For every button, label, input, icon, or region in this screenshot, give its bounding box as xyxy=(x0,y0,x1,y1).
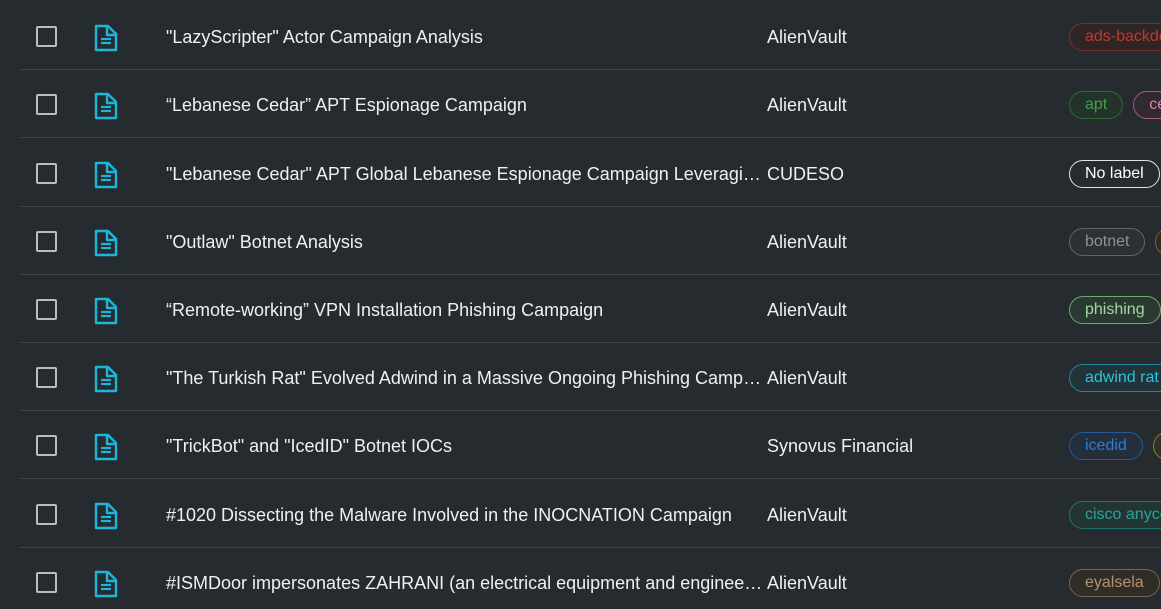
row-checkbox[interactable] xyxy=(36,504,57,525)
label-list: No label xyxy=(1069,160,1160,188)
label-chip[interactable]: phishing xyxy=(1069,296,1161,324)
row-checkbox[interactable] xyxy=(36,299,57,320)
document-icon xyxy=(94,229,118,257)
label-chip[interactable]: icedid xyxy=(1069,432,1143,460)
report-author: AlienVault xyxy=(767,95,847,115)
row-checkbox[interactable] xyxy=(36,435,57,456)
report-author: CUDESO xyxy=(767,164,845,184)
table-row[interactable]: "TrickBot" and "IcedID" Botnet IOCs Synov… xyxy=(20,411,1161,479)
table-row[interactable]: “Lebanese Cedar” APT Espionage Campaign A… xyxy=(20,70,1161,138)
row-checkbox[interactable] xyxy=(36,94,57,115)
table-row[interactable]: "Outlaw" Botnet Analysis AlienVault botnet… xyxy=(20,207,1161,275)
document-icon xyxy=(94,161,118,189)
row-checkbox[interactable] xyxy=(36,163,57,184)
reports-table: "LazyScripter" Actor Campaign Analysis Al… xyxy=(0,0,1161,609)
table-row[interactable]: #1020 Dissecting the Malware Involved in… xyxy=(20,480,1161,548)
report-title[interactable]: "LazyScripter" Actor Campaign Analysis xyxy=(166,25,766,49)
label-list: adwind rat xyxy=(1069,364,1161,392)
label-chip[interactable]: cisco anyconnect xyxy=(1069,501,1161,529)
report-title[interactable]: "Outlaw" Botnet Analysis xyxy=(166,230,766,254)
label-chip[interactable]: trickbot xyxy=(1152,432,1161,460)
row-checkbox[interactable] xyxy=(36,231,57,252)
document-icon xyxy=(94,297,118,325)
label-list: ads-backdoor xyxy=(1069,23,1161,51)
report-title[interactable]: "The Turkish Rat" Evolved Adwind in a Ma… xyxy=(166,366,766,390)
table-row[interactable]: "LazyScripter" Actor Campaign Analysis Al… xyxy=(20,2,1161,70)
label-chip[interactable]: adwind rat xyxy=(1069,364,1161,392)
table-row[interactable]: “Remote-working” VPN Installation Phishi… xyxy=(20,275,1161,343)
report-title[interactable]: "TrickBot" and "IcedID" Botnet IOCs xyxy=(166,434,766,458)
row-checkbox[interactable] xyxy=(36,367,57,388)
label-list: apt cedar xyxy=(1069,91,1161,119)
row-checkbox[interactable] xyxy=(36,26,57,47)
report-title[interactable]: "Lebanese Cedar" APT Global Lebanese Esp… xyxy=(166,162,766,186)
row-checkbox[interactable] xyxy=(36,572,57,593)
label-list: botnet outlaw xyxy=(1069,228,1161,256)
report-title[interactable]: “Lebanese Cedar” APT Espionage Campaign xyxy=(166,93,766,117)
label-chip[interactable]: botnet xyxy=(1069,228,1146,256)
document-icon xyxy=(94,570,118,598)
document-icon xyxy=(94,502,118,530)
report-title[interactable]: #1020 Dissecting the Malware Involved in… xyxy=(166,503,766,527)
document-icon xyxy=(94,24,118,52)
document-icon xyxy=(94,365,118,393)
report-author: AlienVault xyxy=(767,232,847,252)
label-list: cisco anyconnect xyxy=(1069,501,1161,529)
table-row[interactable]: "Lebanese Cedar" APT Global Lebanese Esp… xyxy=(20,139,1161,207)
document-icon xyxy=(94,92,118,120)
report-title[interactable]: “Remote-working” VPN Installation Phishi… xyxy=(166,298,766,322)
label-chip[interactable]: ads-backdoor xyxy=(1069,23,1161,51)
label-chip[interactable]: eyalsela xyxy=(1069,569,1160,597)
label-list: icedid trickbot xyxy=(1069,432,1161,460)
document-icon xyxy=(94,433,118,461)
label-list: eyalsela xyxy=(1069,569,1160,597)
report-author: Synovus Financial xyxy=(767,436,914,456)
report-author: AlienVault xyxy=(767,368,847,388)
report-title[interactable]: #ISMDoor impersonates ZAHRANI (an electr… xyxy=(166,571,766,595)
label-chip[interactable]: cedar xyxy=(1133,91,1161,119)
label-list: phishing xyxy=(1069,296,1161,324)
report-author: AlienVault xyxy=(767,505,847,525)
table-row[interactable]: #ISMDoor impersonates ZAHRANI (an electr… xyxy=(20,548,1161,609)
report-author: AlienVault xyxy=(767,573,847,593)
report-author: AlienVault xyxy=(767,27,847,47)
label-chip[interactable]: outlaw xyxy=(1155,228,1161,256)
label-chip[interactable]: apt xyxy=(1069,91,1124,119)
table-row[interactable]: "The Turkish Rat" Evolved Adwind in a Ma… xyxy=(20,343,1161,411)
label-chip[interactable]: No label xyxy=(1069,160,1160,188)
report-author: AlienVault xyxy=(767,300,847,320)
